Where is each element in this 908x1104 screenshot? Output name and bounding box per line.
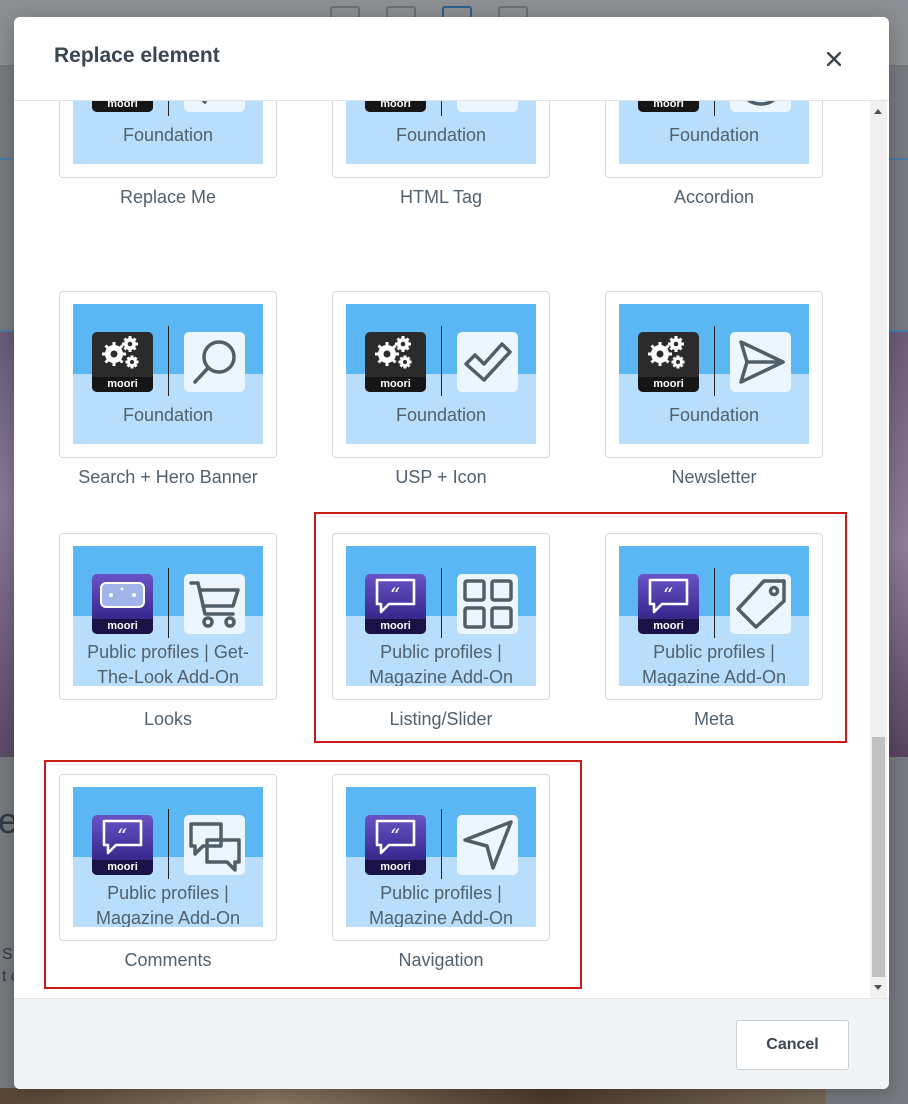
element-card-label: Navigation (398, 950, 484, 970)
background-image (0, 332, 14, 757)
modal-footer: Cancel (14, 998, 889, 1089)
svg-text:“: “ (117, 824, 127, 848)
element-card-label: Accordion (673, 187, 755, 207)
element-preview: moori Public profiles | Get- The-Look Add-… (73, 546, 263, 686)
element-grid: moori Foundation Replace Me moori Foundation… (14, 101, 889, 998)
replace-element-modal: Replace element moori Foundation Replace M… (14, 17, 889, 1089)
scroll-down-arrow-icon[interactable] (874, 985, 882, 990)
scroll-up-arrow-icon[interactable] (874, 109, 882, 114)
close-button[interactable] (820, 45, 848, 73)
element-card-replace-me[interactable]: moori Foundation (59, 101, 277, 178)
element-preview: moori Foundation (346, 304, 536, 444)
element-card-label: Search + Hero Banner (78, 467, 258, 487)
element-preview: “ moori Public profiles | Magazine Add-On (619, 546, 809, 686)
moori-quote-logo-icon: “ moori (92, 815, 153, 875)
logo-wordmark: moori (638, 101, 699, 112)
element-card-label: Meta (693, 709, 735, 729)
moori-gears-logo-icon: moori (365, 101, 426, 112)
background-image (889, 332, 908, 757)
plugin-name: Foundation (395, 125, 487, 145)
logo-wordmark: moori (365, 377, 426, 392)
element-preview: moori Foundation (346, 101, 536, 164)
logo-wordmark: moori (365, 860, 426, 875)
cancel-button[interactable]: Cancel (736, 1020, 849, 1070)
moori-gears-logo-icon: moori (92, 101, 153, 112)
modal-title: Replace element (54, 44, 220, 67)
logo-wordmark: moori (638, 377, 699, 392)
element-card-label: Listing/Slider (389, 709, 493, 729)
moori-quote-logo-icon: “ moori (638, 574, 699, 634)
element-card-search-hero-banner[interactable]: moori Foundation (59, 291, 277, 458)
element-preview: “ moori Public profiles | Magazine Add-On (346, 546, 536, 686)
svg-text:“: “ (390, 824, 400, 848)
plugin-name: Public profiles | Magazine Add-On (641, 642, 787, 686)
chat-icon (184, 815, 245, 875)
logo-wordmark: moori (92, 619, 153, 634)
element-preview: moori Foundation (73, 304, 263, 444)
moori-gears-logo-icon: moori (365, 332, 426, 392)
element-card-label: Replace Me (119, 187, 217, 207)
moori-looks-logo-icon: moori (92, 574, 153, 634)
svg-text:“: “ (663, 583, 673, 607)
plugin-name: Foundation (122, 405, 214, 425)
logo-wordmark: moori (92, 101, 153, 112)
tag-icon (730, 574, 791, 634)
element-preview: “ moori Public profiles | Magazine Add-On (346, 787, 536, 927)
element-preview: moori Foundation (73, 101, 263, 164)
element-card-label: USP + Icon (395, 467, 487, 487)
element-card-navigation[interactable]: “ moori Public profiles | Magazine Add-On (332, 774, 550, 941)
element-card-newsletter[interactable]: moori Foundation (605, 291, 823, 458)
repeat-icon (184, 101, 245, 112)
logo-wordmark: moori (638, 619, 699, 634)
element-card-meta[interactable]: “ moori Public profiles | Magazine Add-On (605, 533, 823, 700)
plugin-name: Foundation (668, 125, 760, 145)
element-card-listing-slider[interactable]: “ moori Public profiles | Magazine Add-On (332, 533, 550, 700)
scrollbar-thumb[interactable] (872, 737, 885, 977)
plugin-name: Public profiles | Magazine Add-On (368, 883, 514, 927)
plugin-name: Foundation (122, 125, 214, 145)
logo-wordmark: moori (92, 860, 153, 875)
moori-quote-logo-icon: “ moori (365, 574, 426, 634)
element-card-accordion[interactable]: moori Foundation (605, 101, 823, 178)
element-card-comments[interactable]: “ moori Public profiles | Magazine Add-On (59, 774, 277, 941)
grid-icon (457, 574, 518, 634)
element-card-label: Looks (143, 709, 193, 729)
element-card-label: HTML Tag (399, 187, 483, 207)
plugin-name: Public profiles | Magazine Add-On (95, 883, 241, 927)
code-icon (457, 101, 518, 112)
search-icon (184, 332, 245, 392)
background-image (0, 1088, 826, 1104)
plugin-name: Foundation (668, 405, 760, 425)
moori-quote-logo-icon: “ moori (365, 815, 426, 875)
send-icon (730, 332, 791, 392)
element-preview: “ moori Public profiles | Magazine Add-On (73, 787, 263, 927)
plugin-name: Public profiles | Get- The-Look Add-On (87, 642, 249, 686)
moori-gears-logo-icon: moori (638, 332, 699, 392)
logo-wordmark: moori (92, 377, 153, 392)
menu-circle-icon (730, 101, 791, 112)
check-icon (457, 332, 518, 392)
close-icon (827, 52, 841, 66)
moori-gears-logo-icon: moori (638, 101, 699, 112)
svg-text:“: “ (390, 583, 400, 607)
logo-wordmark: moori (365, 101, 426, 112)
cart-icon (184, 574, 245, 634)
modal-header: Replace element (14, 17, 889, 101)
plugin-name: Public profiles | Magazine Add-On (368, 642, 514, 686)
moori-gears-logo-icon: moori (92, 332, 153, 392)
navigation-icon (457, 815, 518, 875)
plugin-name: Foundation (395, 405, 487, 425)
element-card-html-tag[interactable]: moori Foundation (332, 101, 550, 178)
element-card-label: Comments (124, 950, 212, 970)
element-card-looks[interactable]: moori Public profiles | Get- The-Look Add-… (59, 533, 277, 700)
element-card-usp-icon[interactable]: moori Foundation (332, 291, 550, 458)
element-preview: moori Foundation (619, 304, 809, 444)
element-card-label: Newsletter (671, 467, 757, 487)
element-preview: moori Foundation (619, 101, 809, 164)
logo-wordmark: moori (365, 619, 426, 634)
